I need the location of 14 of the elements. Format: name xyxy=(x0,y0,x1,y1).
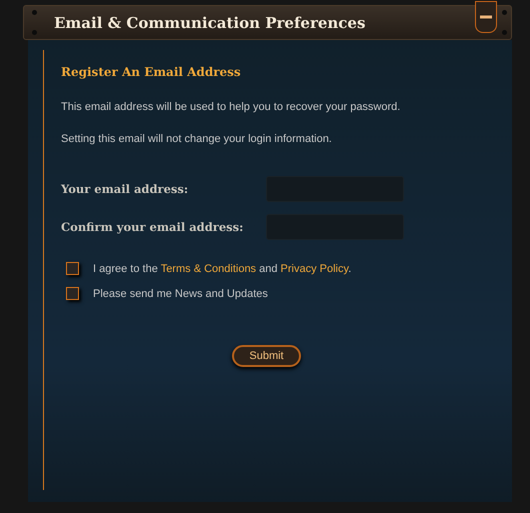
submit-button[interactable]: Submit xyxy=(232,345,301,367)
newsletter-label: Please send me News and Updates xyxy=(93,288,268,300)
newsletter-checkbox[interactable] xyxy=(66,287,79,300)
info-text: Setting this email will not change your login information. xyxy=(61,133,333,145)
field-label: Confirm your email address: xyxy=(61,220,244,234)
section-heading: Register An Email Address xyxy=(61,65,242,79)
field-label: Your email address: xyxy=(61,182,188,196)
agree-checkbox[interactable] xyxy=(66,262,79,275)
collapse-button[interactable] xyxy=(475,1,497,33)
terms-link[interactable]: Terms & Conditions xyxy=(160,262,256,274)
info-text: This email address will be used to help you to recover your password. xyxy=(61,101,402,113)
panel-title: Email & Communication Preferences xyxy=(54,14,366,32)
agree-text: I agree to the Terms & Conditions and Privacy Policy. xyxy=(93,262,352,274)
privacy-link[interactable]: Privacy Policy xyxy=(280,262,348,274)
